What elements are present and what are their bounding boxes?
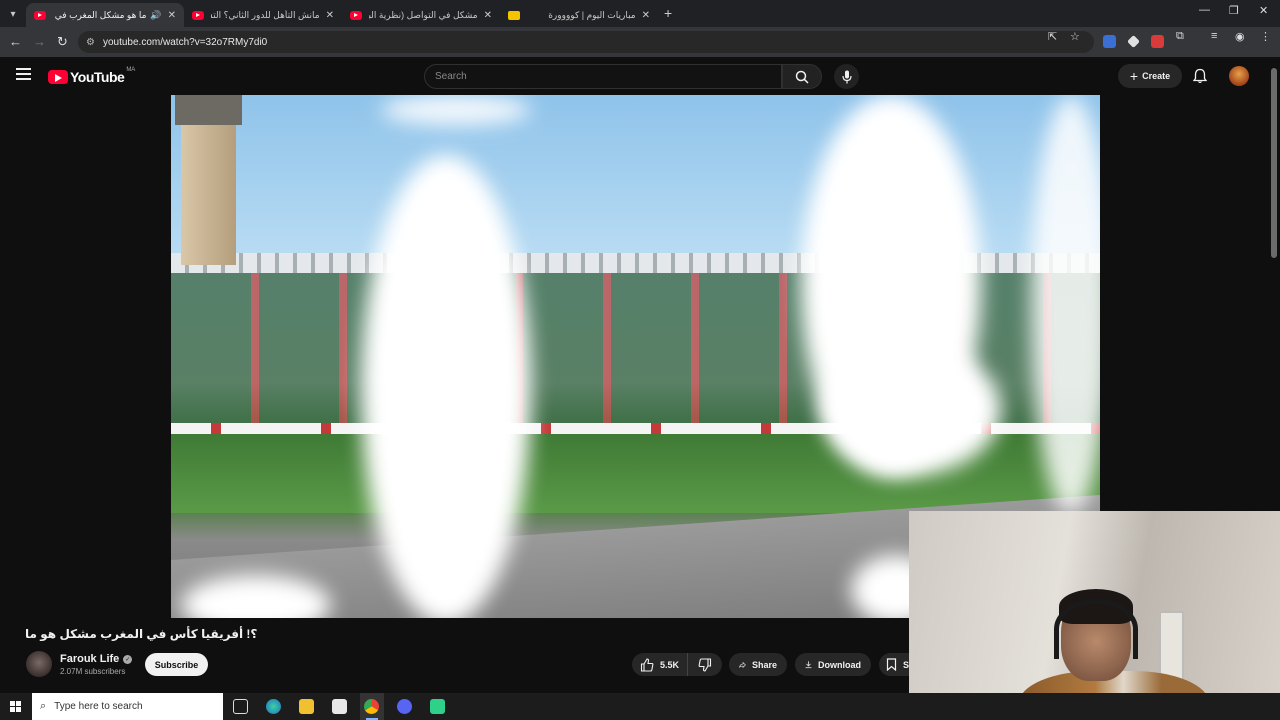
tab-title: مانش التأهل للدور الثاني؟ التشك [211,9,320,20]
kooora-favicon-icon [508,10,520,20]
more-menu-icon[interactable]: ⋮ [1260,30,1271,43]
forward-icon[interactable]: → [33,34,46,49]
voice-search-button[interactable] [834,64,859,89]
tab-title: مباريات اليوم | كوووورة [548,9,636,20]
tab-0[interactable]: ما هو مشكل المغرب في كأس 🔊 ✕ [26,3,184,27]
download-icon [805,661,812,669]
minimize-icon[interactable]: — [1199,4,1210,16]
youtube-masthead: YouTube MA Search + Create [0,57,1280,95]
restore-icon[interactable]: ❐ [1229,4,1239,17]
tab-search-button[interactable]: ▾ [4,5,22,23]
region-code: MA [126,67,136,73]
white-overlay-blob [361,155,531,618]
webcam-overlay [909,511,1280,720]
site-info-icon[interactable]: ⚙ [86,37,95,48]
create-label: Create [1142,71,1171,81]
dislike-button[interactable] [688,657,722,672]
profile-icon[interactable]: ◉ [1235,30,1245,43]
verified-check-icon: ✓ [123,654,133,664]
task-view-icon[interactable] [233,699,248,714]
microphone-icon [841,70,852,83]
speaker-icon[interactable]: 🔊 [150,10,161,21]
search-icon [795,70,809,84]
plus-icon: + [1129,68,1139,84]
back-icon[interactable]: ← [9,34,22,49]
white-overlay-blob [821,345,1001,475]
like-dislike-group: 5.5K [632,653,722,676]
media-control-icon[interactable]: ≡ [1211,30,1217,42]
browser-toolbar: ← → ↻ ⚙ youtube.com/watch?v=32o7RMy7di0 … [0,27,1280,57]
puzzle-extensions-icon[interactable]: ⧉ [1176,30,1184,43]
reload-icon[interactable]: ↻ [57,34,68,50]
taskbar-search-input[interactable]: ⌕ Type here to search [32,693,223,720]
file-explorer-icon[interactable] [299,699,314,714]
browser-tab-bar: ▾ ما هو مشكل المغرب في كأس 🔊 ✕ مانش التأ… [0,0,1280,27]
youtube-logo[interactable]: YouTube MA [48,67,136,85]
search-button[interactable] [782,64,822,89]
subscribe-button[interactable]: Subscribe [145,653,208,676]
menu-icon[interactable] [16,68,31,80]
microsoft-store-icon[interactable] [332,699,347,714]
thumbs-up-icon [640,657,654,672]
share-label: Share [751,659,777,670]
share-button[interactable]: Share [729,653,787,676]
extension-icon[interactable] [1127,35,1140,48]
like-button[interactable]: 5.5K [632,653,689,676]
video-title: ؟! أفريقيا كأس في المغرب مشكل هو ما [25,627,258,641]
youtube-favicon-icon [192,10,204,20]
download-button[interactable]: Download [795,653,871,676]
edge-browser-icon[interactable] [266,699,281,714]
install-app-icon[interactable]: ⇱ [1048,30,1057,43]
tab-close-icon[interactable]: ✕ [642,10,650,21]
close-window-icon[interactable]: ✕ [1259,4,1268,17]
tab-close-icon[interactable]: ✕ [484,10,492,21]
tab-title: مشكل في التواصل (نظرية البراك [369,9,478,20]
youtube-play-icon [48,70,68,84]
tab-close-icon[interactable]: ✕ [168,10,176,21]
thumbs-down-icon [698,657,712,672]
white-overlay-blob [381,95,531,125]
tab-3[interactable]: مباريات اليوم | كوووورة ✕ [500,3,658,27]
save-bookmark-icon [886,658,897,671]
subscriber-count: 2.07M subscribers [60,667,126,676]
search-icon: ⌕ [40,700,47,712]
taskbar-search-placeholder: Type here to search [54,701,143,712]
like-count: 5.5K [660,659,680,670]
tab-1[interactable]: مانش التأهل للدور الثاني؟ التشك ✕ [184,3,342,27]
tab-close-icon[interactable]: ✕ [326,10,334,21]
share-icon [739,661,746,668]
bookmark-star-icon[interactable]: ☆ [1070,30,1080,43]
new-tab-icon[interactable]: + [664,5,672,21]
tab-2[interactable]: مشكل في التواصل (نظرية البراك ✕ [342,3,500,27]
page-scrollbar[interactable] [1271,68,1277,258]
chrome-icon[interactable] [364,699,379,714]
create-button[interactable]: + Create [1118,64,1182,88]
youtube-favicon-icon [34,10,46,20]
address-bar[interactable]: ⚙ youtube.com/watch?v=32o7RMy7di0 [78,31,1094,53]
channel-avatar[interactable] [26,651,52,677]
translate-extension-icon[interactable] [1103,35,1116,48]
adblock-extension-icon[interactable] [1151,35,1164,48]
download-label: Download [818,659,861,670]
discord-icon[interactable] [397,699,412,714]
account-avatar[interactable] [1229,66,1249,86]
channel-name-link[interactable]: Farouk Life ✓ [60,653,133,665]
youtube-favicon-icon [350,10,362,20]
logo-text: YouTube [70,69,125,85]
search-input[interactable]: Search [424,64,782,89]
headset [1054,599,1138,659]
url-text: youtube.com/watch?v=32o7RMy7di0 [102,36,268,48]
windows-start-icon[interactable] [10,701,21,712]
app-icon[interactable] [430,699,445,714]
tab-title: ما هو مشكل المغرب في كأس [53,9,147,20]
channel-name: Farouk Life [60,653,120,665]
notifications-bell-icon[interactable] [1192,68,1208,89]
windows-taskbar: ⌕ Type here to search [0,693,1280,720]
floodlight-tower [175,95,242,265]
